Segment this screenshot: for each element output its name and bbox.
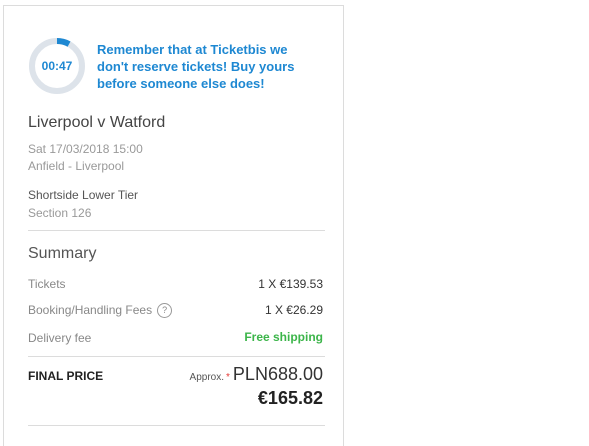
event-datetime: Sat 17/03/2018 15:00 bbox=[28, 142, 143, 156]
order-summary-card: 00:47 Remember that at Ticketbis we don'… bbox=[3, 5, 344, 446]
approx-label: Approx. bbox=[189, 372, 225, 383]
fees-label-wrap: Booking/Handling Fees? bbox=[28, 303, 173, 319]
countdown-timer: 00:47 bbox=[28, 37, 86, 95]
tickets-label: Tickets bbox=[28, 277, 66, 291]
final-price-value: €165.82 bbox=[257, 388, 323, 408]
final-price-label: FINAL PRICE bbox=[28, 369, 104, 383]
approx-price: Approx. * PLN688.00 bbox=[190, 364, 323, 385]
divider bbox=[28, 425, 325, 426]
divider bbox=[28, 356, 325, 357]
delivery-label: Delivery fee bbox=[28, 331, 92, 345]
fees-label: Booking/Handling Fees bbox=[28, 303, 153, 317]
fees-value: 1 X €26.29 bbox=[264, 303, 323, 317]
delivery-value: Free shipping bbox=[244, 330, 323, 344]
tickets-value: 1 X €139.53 bbox=[258, 277, 323, 291]
divider bbox=[28, 230, 325, 231]
help-icon[interactable]: ? bbox=[157, 303, 173, 319]
timer-value: 00:47 bbox=[41, 59, 73, 73]
event-venue: Anfield - Liverpool bbox=[28, 159, 125, 173]
seat-area: Shortside Lower Tier bbox=[28, 188, 139, 202]
approx-price-value: PLN688.00 bbox=[232, 364, 323, 384]
event-title: Liverpool v Watford bbox=[28, 114, 166, 131]
seat-section: Section 126 bbox=[28, 206, 92, 220]
summary-title: Summary bbox=[28, 245, 97, 262]
asterisk: * bbox=[226, 372, 230, 383]
reservation-reminder: Remember that at Ticketbis we don't rese… bbox=[97, 42, 295, 91]
